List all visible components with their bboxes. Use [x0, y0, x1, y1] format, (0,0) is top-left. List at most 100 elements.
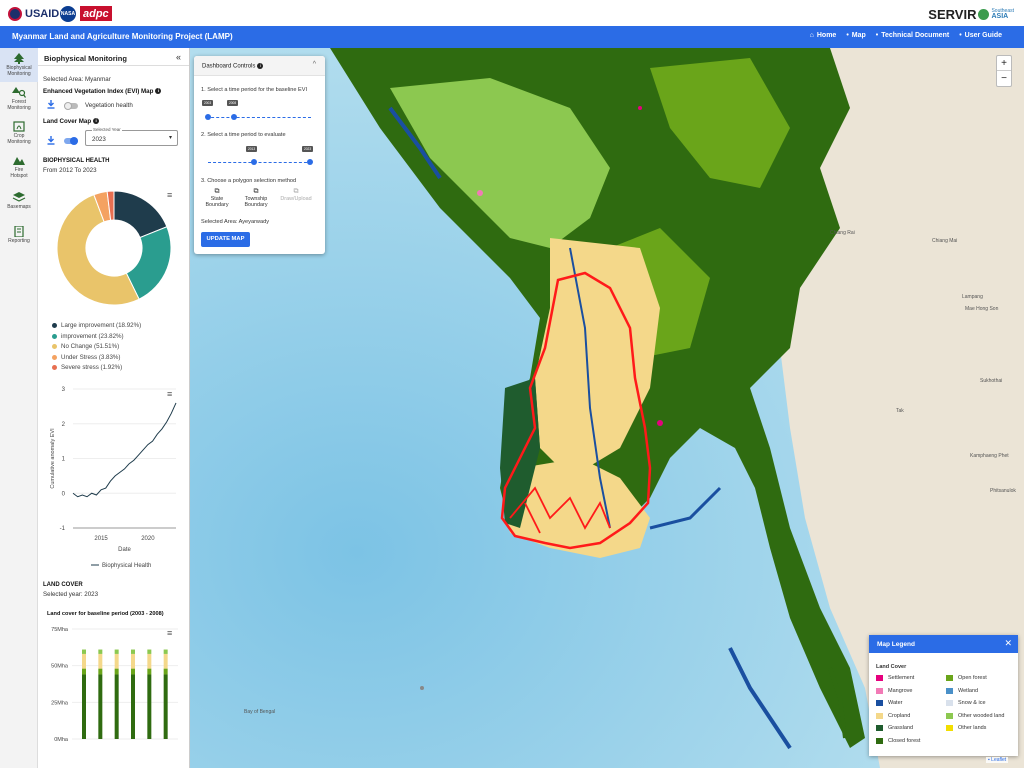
nasa-logo: NASA — [60, 6, 76, 22]
baseline-slider-track[interactable] — [206, 117, 311, 118]
bar-segment[interactable] — [147, 653, 152, 669]
y-tick-label: 2 — [62, 422, 66, 428]
y-tick-label: -1 — [60, 526, 66, 532]
collapse-panel-icon[interactable]: « — [176, 52, 181, 62]
bar-segment[interactable] — [98, 668, 103, 675]
bar-segment[interactable] — [114, 674, 119, 739]
legend-swatch — [52, 333, 57, 339]
donut-legend-item[interactable]: improvement (23.82%) — [52, 333, 124, 340]
baseline-start-handle[interactable] — [205, 114, 211, 120]
evaluate-start-handle[interactable] — [251, 159, 257, 165]
info-icon[interactable]: i — [155, 88, 162, 95]
zoom-out-button[interactable]: − — [997, 71, 1011, 86]
line-legend-label[interactable]: Biophysical Health — [102, 563, 151, 569]
bar-segment[interactable] — [82, 653, 86, 669]
nav-user-guide[interactable]: • User Guide — [959, 32, 1002, 39]
x-axis-label: Date — [118, 547, 131, 553]
donut-legend-item[interactable]: No Change (51.51%) — [52, 343, 119, 350]
rail-biophysical-monitoring[interactable]: Biophysical Monitoring — [0, 48, 38, 82]
place-label: Phitsanulok — [990, 488, 1016, 494]
place-label: Mae Hong Son — [965, 306, 999, 312]
bar-segment[interactable] — [163, 653, 168, 669]
bar-segment[interactable] — [163, 674, 168, 739]
layers-icon — [12, 192, 26, 202]
update-map-button[interactable]: UPDATE MAP — [201, 232, 250, 247]
map-pieces-icon: ⧉ — [253, 188, 259, 195]
legend-item: Open forest — [946, 675, 987, 681]
map-legend-header: Map Legend ✕ — [869, 635, 1018, 653]
rail-fire-hotspot[interactable]: Fire Hotspot — [0, 150, 38, 184]
bar-segment[interactable] — [131, 653, 135, 669]
bar-segment[interactable] — [131, 649, 135, 654]
donut-legend-item[interactable]: Severe stress (1.92%) — [52, 364, 122, 371]
bar-segment[interactable] — [82, 668, 86, 675]
bar-segment[interactable] — [163, 668, 168, 675]
rail-reporting[interactable]: Reporting — [0, 218, 38, 252]
donut-legend-item[interactable]: Large improvement (18.92%) — [52, 322, 141, 329]
y-tick-label: 1 — [62, 457, 66, 463]
nav-map[interactable]: • Map — [846, 32, 865, 39]
rail-forest-monitoring[interactable]: Forest Monitoring — [0, 82, 38, 116]
legend-label: Open forest — [958, 675, 987, 681]
rail-basemaps[interactable]: Basemaps — [0, 184, 38, 218]
bar-segment[interactable] — [82, 649, 86, 654]
nav-technical-document[interactable]: • Technical Document — [876, 32, 949, 39]
bar-segment[interactable] — [147, 668, 152, 675]
place-label: Chiang Mai — [932, 238, 958, 244]
bar-segment[interactable] — [98, 649, 103, 654]
legend-item: Closed forest — [876, 737, 920, 744]
biophysical-health-range: From 2012 To 2023 — [43, 167, 97, 174]
bar-segment[interactable] — [147, 674, 152, 739]
usaid-seal-icon — [8, 7, 22, 21]
legend-swatch — [876, 687, 883, 694]
bar-segment[interactable] — [131, 674, 135, 739]
bar-segment[interactable] — [147, 649, 152, 654]
bar-segment[interactable] — [82, 674, 86, 739]
bar-segment[interactable] — [114, 649, 119, 654]
dashboard-header[interactable]: Dashboard Controls i ^ — [194, 56, 325, 76]
logo-bar: USAID NASA adpc SERVIR Southeast ASIA — [0, 0, 1024, 26]
chart-menu-icon[interactable]: ≡ — [167, 389, 172, 399]
leaflet-attribution[interactable]: ▪ Leaflet — [986, 757, 1009, 763]
dashboard-title: Dashboard Controls i — [202, 63, 264, 70]
chart-menu-icon[interactable]: ≡ — [167, 628, 172, 638]
chart-menu-icon[interactable]: ≡ — [167, 190, 172, 200]
legend-item: Cropland — [876, 712, 910, 719]
evaluate-slider-track[interactable] — [208, 162, 312, 163]
baseline-end-handle[interactable] — [231, 114, 237, 120]
state-boundary-option[interactable]: ⧉ State Boundary — [199, 188, 235, 208]
evaluate-end-handle[interactable] — [307, 159, 313, 165]
legend-swatch — [876, 725, 883, 731]
legend-label: Settlement — [888, 675, 915, 681]
rail-crop-monitoring[interactable]: Crop Monitoring — [0, 116, 38, 150]
legend-swatch — [52, 365, 57, 370]
download-icon[interactable] — [47, 100, 55, 109]
bar-segment[interactable] — [131, 668, 135, 675]
year-select[interactable]: Selected Year 2023 ▾ — [85, 127, 178, 146]
land-cover-toggle[interactable] — [64, 137, 78, 145]
bar-chart-title: Land cover for baseline period (2003 - 2… — [47, 611, 164, 617]
servir-logo: SERVIR Southeast ASIA — [928, 6, 1014, 22]
bar-segment[interactable] — [163, 649, 168, 654]
bullet-icon: • — [846, 32, 849, 39]
close-icon[interactable]: ✕ — [1004, 638, 1012, 649]
series-line[interactable] — [72, 402, 177, 498]
draw-upload-option[interactable]: ⧉ Draw/Upload — [278, 188, 314, 202]
bar-segment[interactable] — [98, 674, 103, 739]
bar-segment[interactable] — [114, 668, 119, 675]
report-icon — [14, 226, 24, 237]
info-icon[interactable]: i — [257, 63, 264, 69]
donut-legend-item[interactable]: Under Stress (3.83%) — [52, 354, 121, 361]
nav-home[interactable]: ⌂ Home — [810, 32, 837, 39]
download-icon[interactable] — [47, 136, 55, 145]
info-icon[interactable]: i — [93, 118, 100, 125]
biophysical-line-chart: 3 2 1 0 -1 2015 2020 Cumulative anomaly EVI Date… — [50, 387, 177, 569]
step-3-label: 3. Choose a polygon selection method — [201, 178, 297, 184]
bar-segment[interactable] — [114, 653, 119, 669]
township-boundary-option[interactable]: ⧉ Township Boundary — [238, 188, 274, 208]
year-select-value: 2023 — [92, 136, 106, 143]
bar-segment[interactable] — [98, 653, 103, 669]
zoom-in-button[interactable]: + — [997, 56, 1011, 71]
vegetation-health-toggle[interactable] — [64, 102, 78, 110]
chevron-up-icon[interactable]: ^ — [313, 61, 316, 68]
